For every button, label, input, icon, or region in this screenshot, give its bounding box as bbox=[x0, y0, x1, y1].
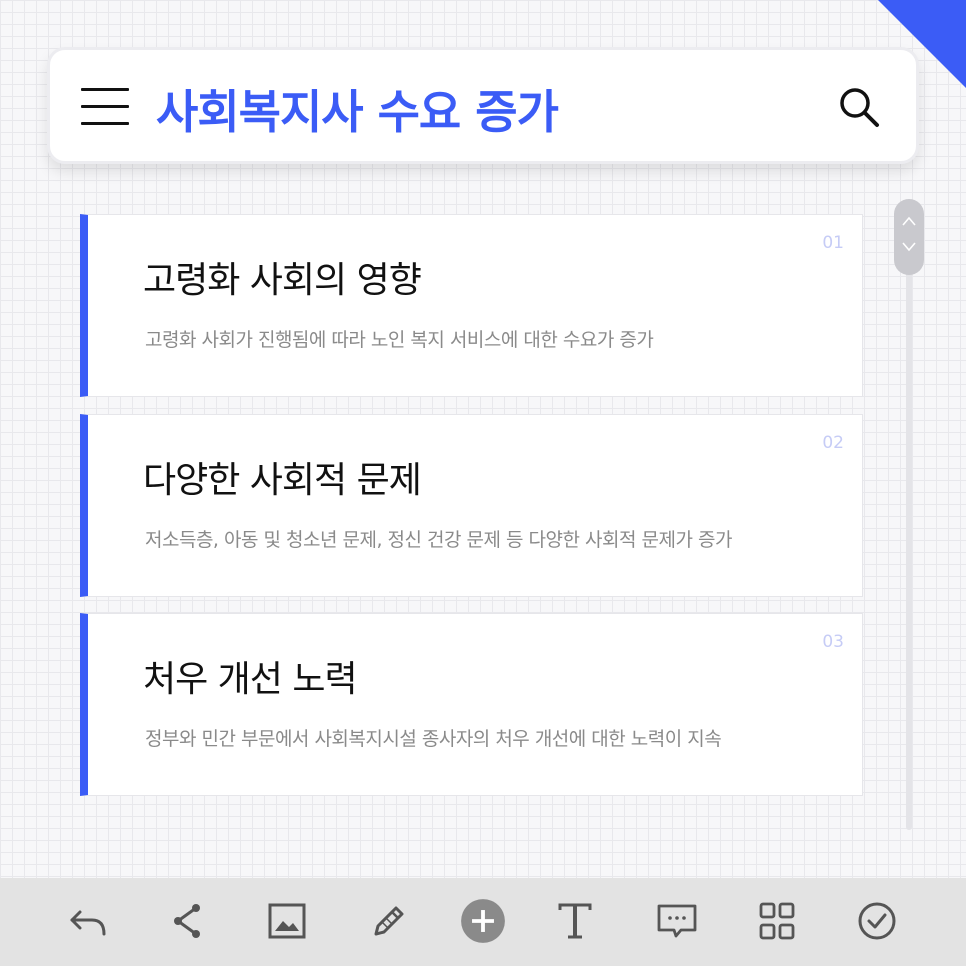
bottom-toolbar bbox=[0, 878, 966, 966]
text-icon bbox=[558, 903, 592, 939]
chevron-down-icon bbox=[902, 242, 916, 252]
scrollbar-track bbox=[906, 205, 912, 830]
undo-button[interactable] bbox=[66, 898, 112, 944]
card-number: 03 bbox=[822, 632, 844, 652]
pencil-button[interactable] bbox=[366, 898, 412, 944]
comment-icon bbox=[657, 904, 697, 938]
undo-icon bbox=[70, 910, 106, 936]
card-description: 저소득층, 아동 및 청소년 문제, 정신 건강 문제 등 다양한 사회적 문제… bbox=[145, 529, 732, 551]
card-item: 02 다양한 사회적 문제 저소득층, 아동 및 청소년 문제, 정신 건강 문… bbox=[80, 414, 863, 597]
header-bar: 사회복지사 수요 증가 bbox=[47, 47, 919, 164]
card-title: 처우 개선 노력 bbox=[143, 659, 358, 700]
scrollbar-thumb[interactable] bbox=[894, 199, 924, 275]
share-icon bbox=[174, 904, 200, 938]
page-title: 사회복지사 수요 증가 bbox=[156, 85, 559, 139]
image-button[interactable] bbox=[264, 898, 310, 944]
add-icon bbox=[461, 899, 505, 943]
search-icon[interactable] bbox=[836, 84, 882, 130]
share-button[interactable] bbox=[164, 898, 210, 944]
image-icon bbox=[268, 903, 306, 939]
card-item: 01 고령화 사회의 영향 고령화 사회가 진행됨에 따라 노인 복지 서비스에… bbox=[80, 214, 863, 397]
check-icon bbox=[858, 902, 896, 940]
card-description: 고령화 사회가 진행됨에 따라 노인 복지 서비스에 대한 수요가 증가 bbox=[145, 329, 654, 351]
comment-button[interactable] bbox=[654, 898, 700, 944]
card-number: 02 bbox=[822, 433, 844, 453]
text-button[interactable] bbox=[552, 898, 598, 944]
card-item: 03 처우 개선 노력 정부와 민간 부문에서 사회복지시설 종사자의 처우 개… bbox=[80, 613, 863, 796]
card-number: 01 bbox=[822, 233, 844, 253]
grid-icon bbox=[759, 902, 795, 940]
card-title: 다양한 사회적 문제 bbox=[143, 460, 422, 501]
hamburger-menu-icon[interactable] bbox=[81, 88, 131, 126]
check-button[interactable] bbox=[854, 898, 900, 944]
add-button[interactable] bbox=[460, 898, 506, 944]
chevron-up-icon bbox=[902, 216, 916, 226]
pencil-icon bbox=[374, 906, 404, 936]
card-description: 정부와 민간 부문에서 사회복지시설 종사자의 처우 개선에 대한 노력이 지속 bbox=[145, 728, 722, 750]
card-title: 고령화 사회의 영향 bbox=[143, 260, 422, 301]
grid-button[interactable] bbox=[754, 898, 800, 944]
